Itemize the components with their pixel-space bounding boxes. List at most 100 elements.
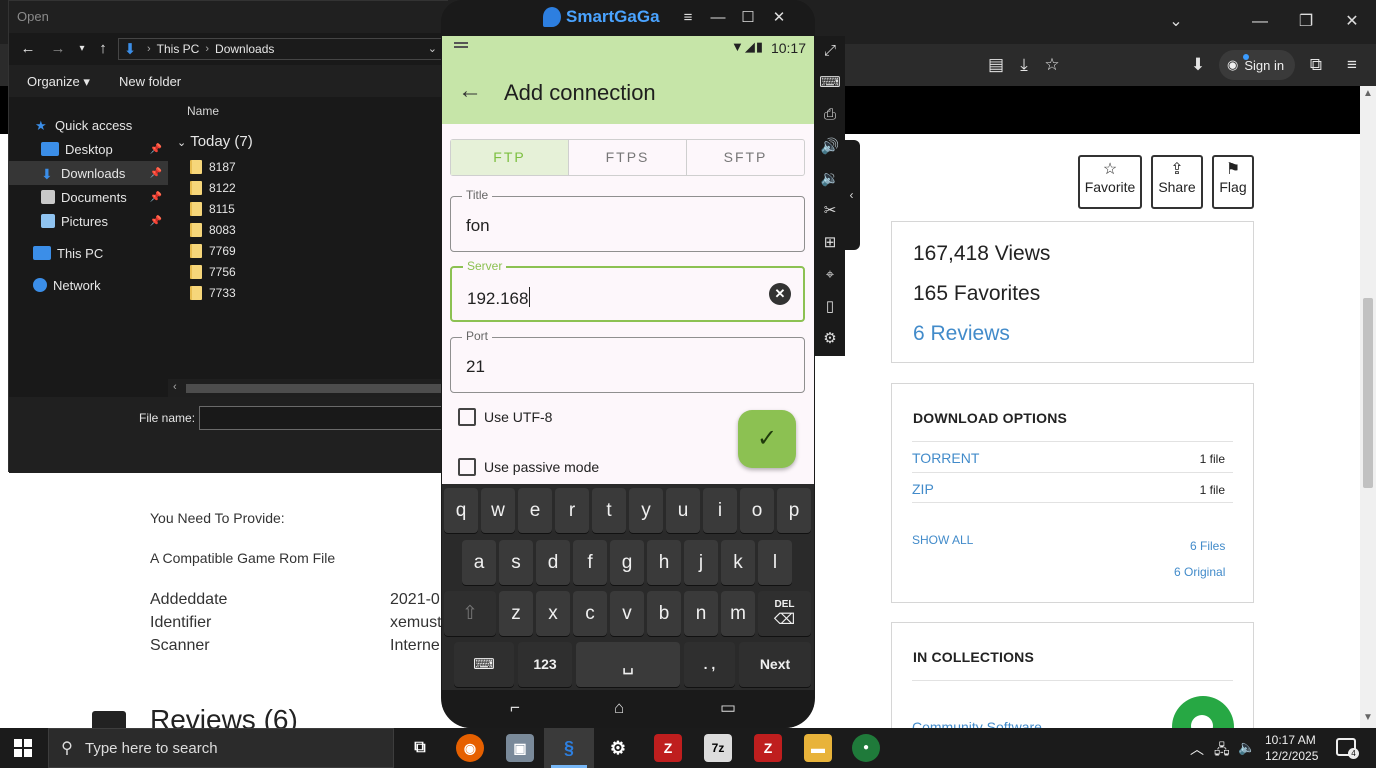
- emulator-close-icon[interactable]: ✕: [769, 8, 789, 28]
- key-j[interactable]: j: [684, 540, 718, 585]
- key-c[interactable]: c: [573, 591, 607, 636]
- volume-tray-icon[interactable]: 🔈: [1238, 739, 1255, 756]
- nav-item-pictures[interactable]: Pictures 📌: [9, 209, 168, 233]
- new-folder-button[interactable]: New folder: [119, 74, 181, 89]
- file-row[interactable]: 7756: [190, 262, 236, 282]
- emulator-maximize-icon[interactable]: ☐: [738, 8, 758, 28]
- key-m[interactable]: m: [721, 591, 755, 636]
- screenshot-cut-icon[interactable]: ✂: [819, 200, 841, 222]
- download-row-zip[interactable]: ZIP 1 file: [912, 472, 1233, 503]
- key-d[interactable]: d: [536, 540, 570, 585]
- taskbar-search-box[interactable]: ⚲ Type here to search: [48, 728, 394, 768]
- notification-center-icon[interactable]: 4: [1336, 738, 1359, 759]
- nav-item-downloads[interactable]: ⬇ Downloads 📌: [9, 161, 168, 185]
- add-file-icon[interactable]: ⊞: [819, 232, 841, 254]
- port-field[interactable]: Port 21: [450, 329, 805, 393]
- file-manager-icon[interactable]: ▣: [506, 734, 534, 762]
- space-key[interactable]: ␣: [576, 642, 680, 687]
- task-view-icon[interactable]: ⧉: [406, 734, 434, 762]
- key-y[interactable]: y: [629, 488, 663, 533]
- fullscreen-icon[interactable]: ⤢: [819, 40, 841, 62]
- column-header-name[interactable]: Name: [187, 104, 219, 118]
- nav-home-icon[interactable]: ⌂: [614, 698, 624, 718]
- key-r[interactable]: r: [555, 488, 589, 533]
- download-row-torrent[interactable]: TORRENT 1 file: [912, 441, 1233, 472]
- key-p[interactable]: p: [777, 488, 811, 533]
- forward-arrow-icon[interactable]: →: [48, 39, 68, 59]
- bookmark-star-icon[interactable]: ☆: [1040, 53, 1064, 77]
- show-all-link[interactable]: SHOW ALL: [912, 533, 973, 547]
- file-row[interactable]: 7769: [190, 241, 236, 261]
- folder-icon[interactable]: ▬: [804, 734, 832, 762]
- nav-item-this-pc[interactable]: This PC: [9, 241, 168, 265]
- flag-button[interactable]: ⚑ Flag: [1212, 155, 1254, 209]
- nav-back-icon[interactable]: ⌐: [510, 698, 520, 718]
- key-b[interactable]: b: [647, 591, 681, 636]
- nav-item-desktop[interactable]: Desktop 📌: [9, 137, 168, 161]
- key-n[interactable]: n: [684, 591, 718, 636]
- apk-install-icon[interactable]: ⎙: [819, 104, 841, 126]
- file-row[interactable]: 7733: [190, 283, 236, 303]
- save-page-icon[interactable]: ⤓: [1012, 53, 1036, 77]
- breadcrumb-downloads[interactable]: Downloads: [215, 42, 274, 56]
- emulator-minimize-icon[interactable]: —: [708, 8, 728, 28]
- original-link[interactable]: 6 Original: [1174, 565, 1225, 579]
- tray-chevron-icon[interactable]: ︿: [1190, 739, 1204, 759]
- next-key[interactable]: Next: [739, 642, 811, 687]
- nav-item-quick-access[interactable]: ★ Quick access: [9, 113, 168, 137]
- horizontal-scrollbar[interactable]: ‹: [168, 379, 449, 397]
- nav-item-network[interactable]: Network: [9, 273, 168, 297]
- shake-icon[interactable]: ▯: [819, 296, 841, 318]
- title-field[interactable]: Title fon: [450, 188, 805, 252]
- zip-link[interactable]: ZIP: [912, 481, 934, 497]
- key-e[interactable]: e: [518, 488, 552, 533]
- numbers-key[interactable]: 123: [518, 642, 572, 687]
- green-app-icon[interactable]: ●: [852, 734, 880, 762]
- network-tray-icon[interactable]: 🖧: [1214, 739, 1230, 763]
- passive-mode-checkbox[interactable]: Use passive mode: [458, 458, 599, 476]
- key-i[interactable]: i: [703, 488, 737, 533]
- sign-in-button[interactable]: ◉ Sign in: [1219, 50, 1295, 80]
- key-q[interactable]: q: [444, 488, 478, 533]
- scroll-up-icon[interactable]: ▲: [1360, 88, 1376, 99]
- keyboard-switch-key[interactable]: ⌨: [454, 642, 514, 687]
- key-w[interactable]: w: [481, 488, 515, 533]
- firefox-icon[interactable]: ◉: [456, 734, 484, 762]
- file-row[interactable]: 8122: [190, 178, 236, 198]
- page-scrollbar[interactable]: ▲ ▼: [1360, 86, 1376, 728]
- menu-icon[interactable]: ≡: [1340, 53, 1364, 77]
- back-arrow-icon[interactable]: ←: [458, 77, 482, 105]
- taskbar-clock[interactable]: 10:17 AM 12/2/2025: [1265, 732, 1318, 764]
- settings-gear-icon[interactable]: ⚙: [604, 734, 632, 762]
- clear-text-icon[interactable]: ✕: [769, 283, 791, 305]
- tab-ftp[interactable]: FTP: [451, 140, 569, 175]
- organize-button[interactable]: Organize ▾: [27, 74, 90, 90]
- recent-chevron-icon[interactable]: ▾: [72, 39, 92, 59]
- tab-sftp[interactable]: SFTP: [687, 140, 804, 175]
- key-h[interactable]: h: [647, 540, 681, 585]
- group-header-today[interactable]: ⌄ Today (7): [177, 133, 253, 150]
- extensions-icon[interactable]: ⧉: [1304, 53, 1328, 77]
- tab-ftps[interactable]: FTPS: [569, 140, 687, 175]
- close-icon[interactable]: ✕: [1340, 10, 1364, 34]
- scroll-down-icon[interactable]: ▼: [1360, 712, 1376, 723]
- key-k[interactable]: k: [721, 540, 755, 585]
- scroll-left-icon[interactable]: ‹: [173, 381, 177, 393]
- save-connection-button[interactable]: ✓: [738, 410, 796, 468]
- key-t[interactable]: t: [592, 488, 626, 533]
- volume-down-icon[interactable]: 🔉: [819, 168, 841, 190]
- shift-key[interactable]: ⇧: [444, 591, 496, 636]
- breadcrumb-this-pc[interactable]: This PC: [157, 42, 200, 56]
- downloads-icon[interactable]: ⬇: [1186, 53, 1210, 77]
- reader-view-icon[interactable]: ▤: [984, 53, 1008, 77]
- address-bar[interactable]: ⬇ › This PC › Downloads ⌄: [118, 38, 446, 60]
- key-a[interactable]: a: [462, 540, 496, 585]
- files-link[interactable]: 6 Files: [1190, 539, 1225, 553]
- minimize-icon[interactable]: —: [1248, 10, 1272, 34]
- 7zip-icon[interactable]: 7z: [704, 734, 732, 762]
- punctuation-key[interactable]: . ,: [684, 642, 735, 687]
- address-dropdown-icon[interactable]: ⌄: [428, 42, 437, 55]
- location-icon[interactable]: ⌖: [819, 264, 841, 286]
- torrent-link[interactable]: TORRENT: [912, 450, 979, 466]
- key-u[interactable]: u: [666, 488, 700, 533]
